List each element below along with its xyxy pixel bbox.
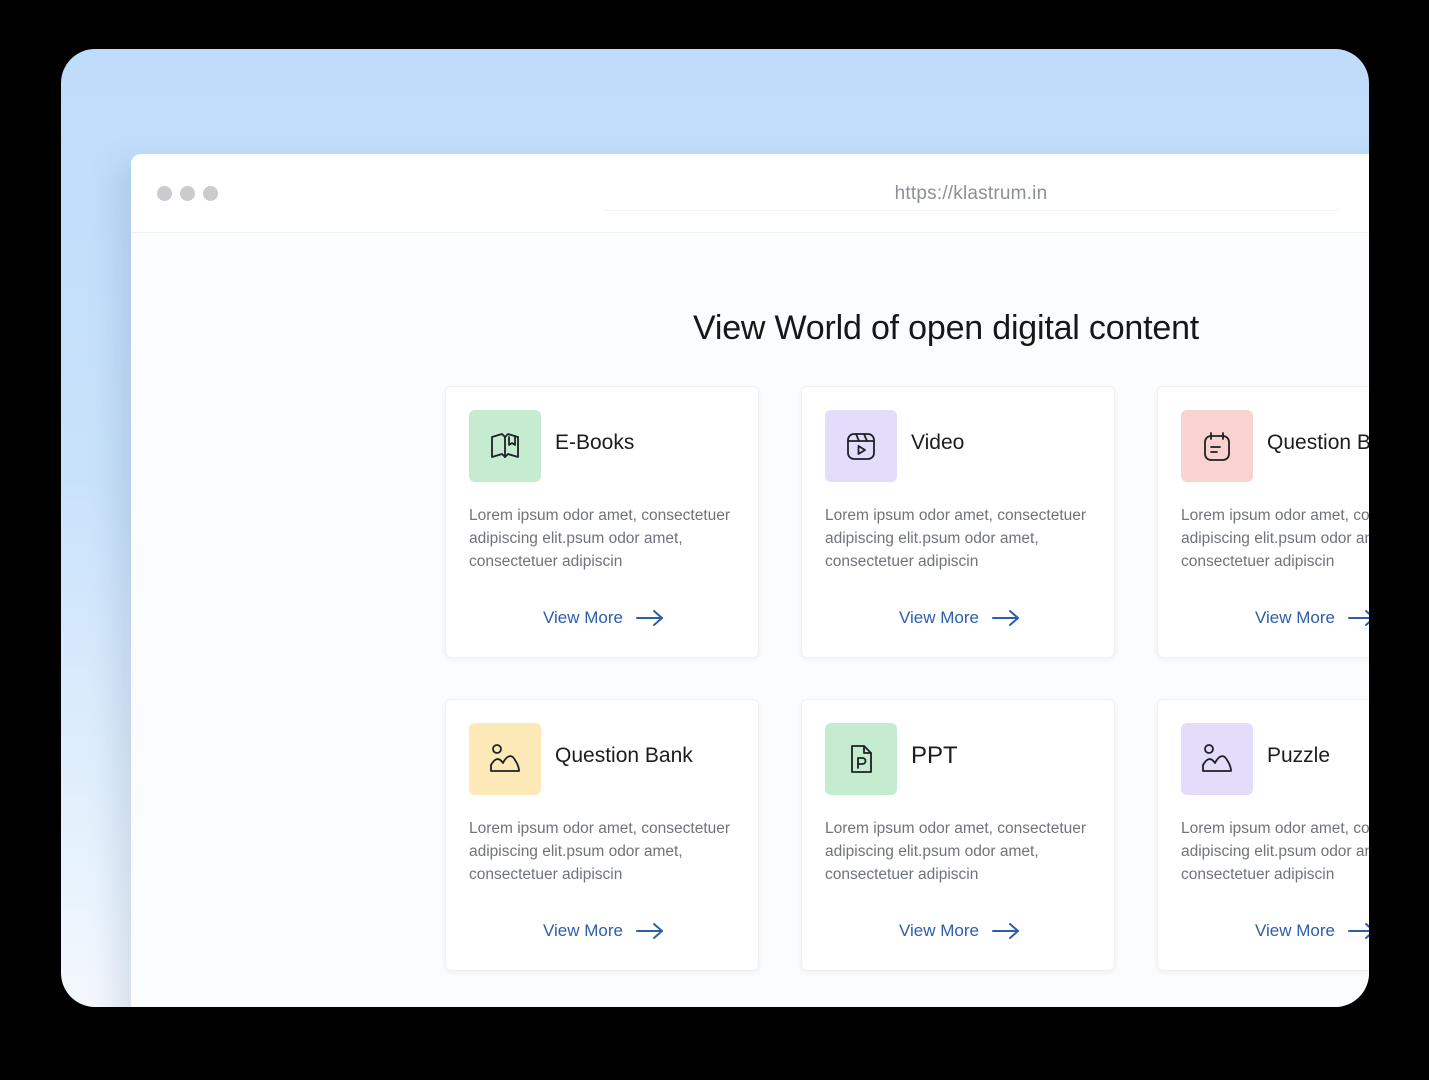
card-icon-tile [1181,723,1253,795]
view-more-label: View More [899,608,979,627]
background-frame: https://klastrum.in View World of open d… [61,49,1369,1007]
arrow-right-icon [1348,923,1369,939]
content-card-video: Video Lorem ipsum odor amet, consectetue… [801,386,1115,658]
window-dot-icon[interactable] [157,186,172,201]
card-description: Lorem ipsum odor amet, consectetuer adip… [469,820,731,883]
card-description: Lorem ipsum odor amet, consectetuer adip… [825,820,1087,883]
card-title: Video [911,431,965,454]
card-icon-tile [469,723,541,795]
card-icon-tile [469,410,541,482]
book-icon [491,433,519,458]
card-icon-tile [825,410,897,482]
address-bar[interactable]: https://klastrum.in [601,180,1341,211]
notepad-icon [1204,432,1230,461]
window-controls [157,186,218,201]
view-more-link[interactable]: View More [899,921,1021,941]
card-title: E-Books [555,431,635,454]
view-more-label: View More [899,921,979,940]
card-title: Question Bank [1267,431,1369,454]
view-more-label: View More [1255,921,1335,940]
card-title: PPT [911,742,958,769]
view-more-label: View More [543,608,623,627]
card-description: Lorem ipsum odor amet, consectetuer adip… [469,507,731,570]
card-title: Puzzle [1267,744,1331,767]
arrow-right-icon [636,923,663,939]
view-more-link[interactable]: View More [899,608,1021,628]
page-title: View World of open digital content [693,309,1200,347]
image-icon [1202,744,1232,772]
video-icon [847,433,875,460]
arrow-right-icon [992,923,1019,939]
card-icon-tile [1181,410,1253,482]
card-description: Lorem ipsum odor amet, consectetuer adip… [1181,820,1369,883]
card-title: Question Bank [555,744,693,767]
view-more-link[interactable]: View More [1255,921,1369,941]
content-card-question-bank: Question Bank Lorem ipsum odor amet, con… [445,699,759,971]
view-more-link[interactable]: View More [1255,608,1369,628]
arrow-right-icon [992,610,1019,626]
view-more-label: View More [1255,608,1335,627]
view-more-label: View More [543,921,623,940]
card-description: Lorem ipsum odor amet, consectetuer adip… [825,507,1087,570]
card-description: Lorem ipsum odor amet, consectetuer adip… [1181,507,1369,570]
content-card-puzzle: Puzzle Lorem ipsum odor amet, consectetu… [1157,699,1369,971]
content-card-ebooks: E-Books Lorem ipsum odor amet, consectet… [445,386,759,658]
browser-window: https://klastrum.in View World of open d… [131,154,1369,1007]
window-dot-icon[interactable] [203,186,218,201]
image-icon [490,744,520,772]
view-more-link[interactable]: View More [543,608,665,628]
content-card-ppt: PPT Lorem ipsum odor amet, consectetuer … [801,699,1115,971]
view-more-link[interactable]: View More [543,921,665,941]
content-card-question-bank: Question Bank Lorem ipsum odor amet, con… [1157,386,1369,658]
window-dot-icon[interactable] [180,186,195,201]
arrow-right-icon [1348,610,1369,626]
card-icon-tile [825,723,897,795]
ppt-file-icon [851,745,872,773]
arrow-right-icon [636,610,663,626]
browser-titlebar: https://klastrum.in [131,154,1369,233]
